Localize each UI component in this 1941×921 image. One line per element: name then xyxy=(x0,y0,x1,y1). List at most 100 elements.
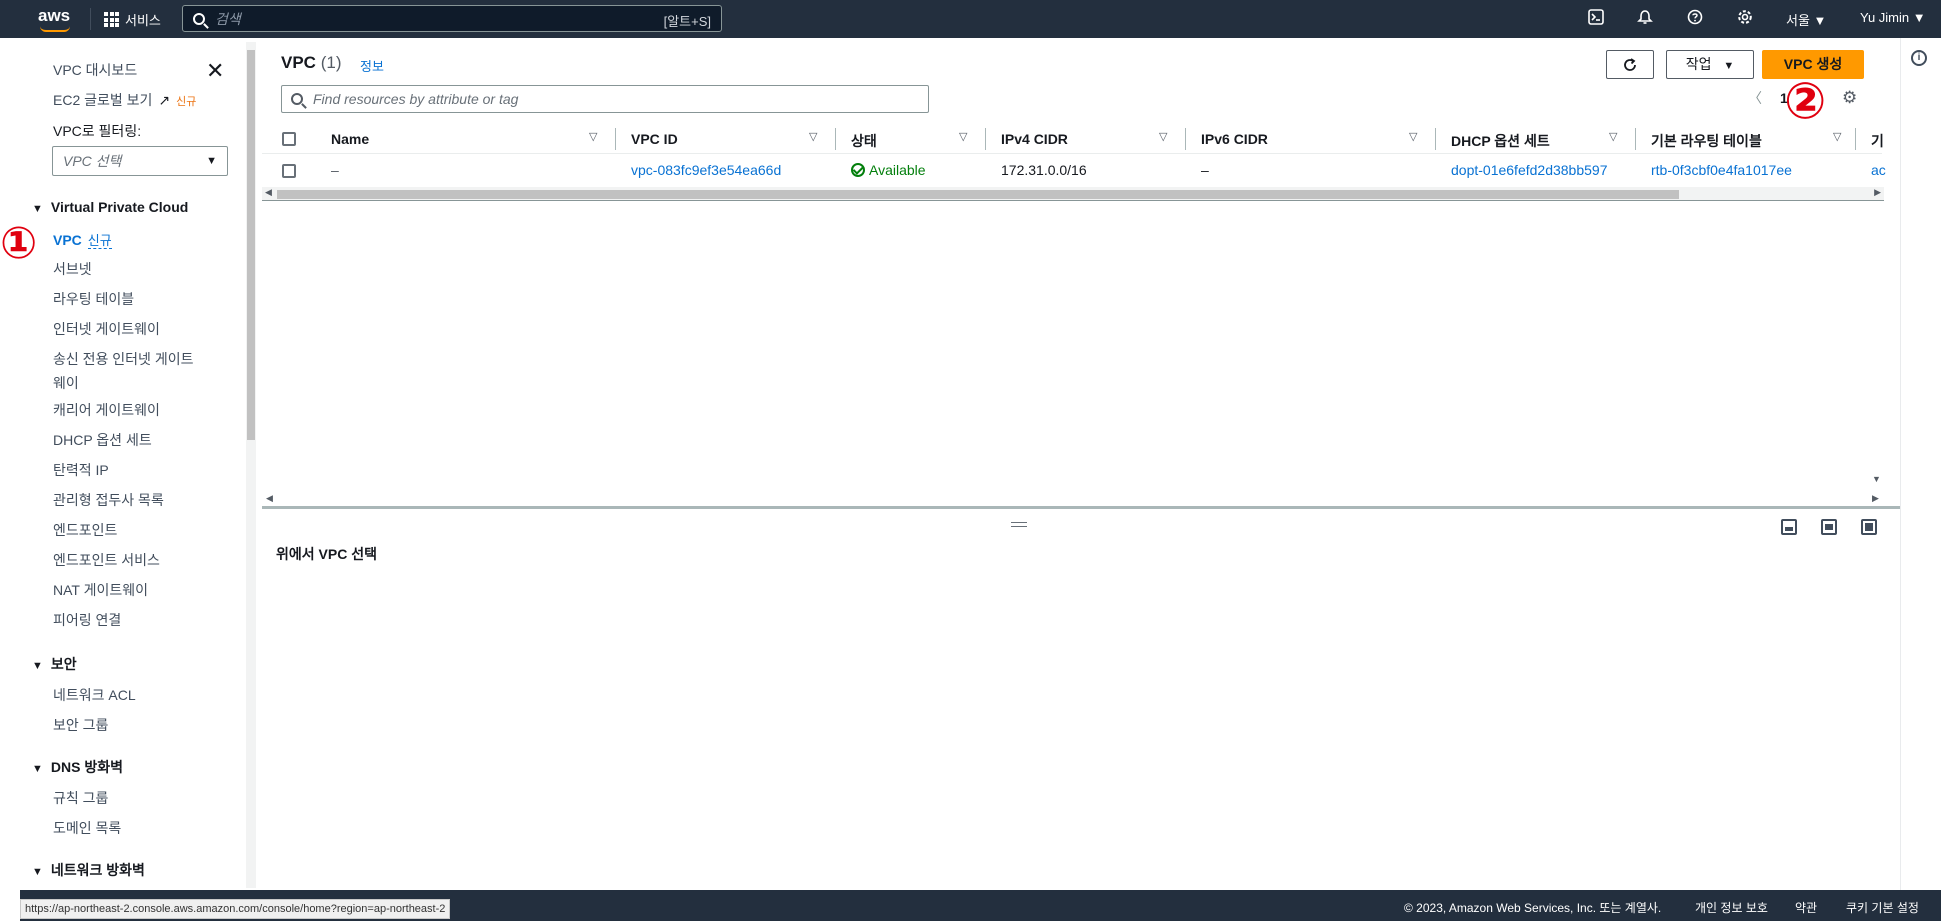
resize-handle[interactable] xyxy=(1011,522,1027,527)
prev-page-icon[interactable]: 〈 xyxy=(1748,90,1762,106)
resource-count: (1) xyxy=(320,53,342,72)
sidebar-scrollbar[interactable] xyxy=(246,42,256,888)
info-icon[interactable]: i xyxy=(1911,50,1927,66)
cloudshell-icon[interactable] xyxy=(1586,9,1606,29)
section-security[interactable]: ▼ 보안 xyxy=(32,654,77,674)
notification-bell-icon[interactable] xyxy=(1635,9,1655,29)
split-panel-divider[interactable] xyxy=(262,506,1900,509)
column-header-dhcp[interactable]: DHCP 옵션 세트 xyxy=(1451,131,1550,151)
sidebar-item-endpoint-services[interactable]: 엔드포인트 서비스 xyxy=(53,550,160,570)
global-search-input[interactable] xyxy=(215,10,635,27)
sidebar-item-rule-groups[interactable]: 규칙 그룹 xyxy=(53,788,108,808)
sidebar-item-endpoints[interactable]: 엔드포인트 xyxy=(53,520,117,540)
sidebar-item-peering[interactable]: 피어링 연결 xyxy=(53,610,121,630)
info-link[interactable]: 정보 xyxy=(360,56,384,75)
cell-vpc-id-link[interactable]: vpc-083fc9ef3e54ea66d xyxy=(631,162,781,178)
row-checkbox[interactable] xyxy=(282,164,296,178)
column-header-vpc-id[interactable]: VPC ID xyxy=(631,131,678,147)
table-row[interactable]: – vpc-083fc9ef3e54ea66d Available 172.31… xyxy=(262,155,1886,187)
section-dns-firewall[interactable]: ▼ DNS 방화벽 xyxy=(32,757,123,777)
vpc-filter-select[interactable]: VPC 선택 ▼ xyxy=(52,146,228,176)
column-header-ipv4-cidr[interactable]: IPv4 CIDR xyxy=(1001,131,1068,147)
user-menu[interactable]: Yu Jimin ▼ xyxy=(1860,10,1926,25)
scroll-left-icon[interactable]: ◀ xyxy=(265,187,272,198)
help-icon[interactable] xyxy=(1685,9,1705,29)
sort-icon[interactable]: ▽ xyxy=(1159,130,1167,143)
cell-status: Available xyxy=(851,162,926,178)
section-network-firewall[interactable]: ▼ 네트워크 방화벽 xyxy=(32,860,145,880)
section-virtual-private-cloud[interactable]: ▼ Virtual Private Cloud xyxy=(32,199,188,215)
aws-logo[interactable]: aws xyxy=(38,6,74,32)
sidebar-item-dashboard[interactable]: VPC 대시보드 xyxy=(53,60,137,80)
close-icon[interactable]: ✕ xyxy=(206,58,224,84)
sidebar-item-ec2-global[interactable]: EC2 글로벌 보기 ↗ 신규 xyxy=(53,90,196,110)
sidebar-item-security-groups[interactable]: 보안 그룹 xyxy=(53,715,108,735)
settings-gear-icon[interactable] xyxy=(1735,9,1755,29)
cell-partial-link[interactable]: ac xyxy=(1871,162,1886,178)
services-menu-button[interactable]: 서비스 xyxy=(104,10,161,29)
table-header: Name ▽ VPC ID ▽ 상태 ▽ IPv4 CIDR ▽ IPv6 CI… xyxy=(262,124,1884,154)
sort-icon[interactable]: ▽ xyxy=(589,130,597,143)
table-preferences-gear-icon[interactable]: ⚙ xyxy=(1842,88,1857,108)
table-horizontal-scrollbar[interactable]: ◀ ▶ xyxy=(262,187,1884,201)
footer-terms-link[interactable]: 약관 xyxy=(1795,899,1817,916)
select-all-checkbox[interactable] xyxy=(282,132,296,146)
sidebar-item-domain-lists[interactable]: 도메인 목록 xyxy=(53,818,121,838)
sidebar-item-prefix-lists[interactable]: 관리형 접두사 목록 xyxy=(53,490,164,510)
split-panel-side-icon[interactable] xyxy=(1821,519,1837,535)
sidebar-item-egress-only-igw[interactable]: 송신 전용 인터넷 게이트 웨이 xyxy=(53,349,193,393)
resource-filter-input[interactable] xyxy=(313,91,893,107)
sidebar-item-dhcp-options[interactable]: DHCP 옵션 세트 xyxy=(53,430,152,450)
actions-button[interactable]: 작업 ▼ xyxy=(1666,50,1754,79)
sidebar-item-nat-gateways[interactable]: NAT 게이트웨이 xyxy=(53,580,148,600)
sort-icon[interactable]: ▽ xyxy=(1609,130,1617,143)
sidebar-item-vpc-label: VPC xyxy=(53,232,82,248)
title-text: VPC xyxy=(281,53,316,72)
caret-down-icon: ▼ xyxy=(1723,60,1735,72)
column-header-ipv6-cidr[interactable]: IPv6 CIDR xyxy=(1201,131,1268,147)
sidebar-item-internet-gateways[interactable]: 인터넷 게이트웨이 xyxy=(53,319,160,339)
egress-igw-label-line1: 송신 전용 인터넷 게이트 xyxy=(53,351,194,367)
top-navigation: aws 서비스 [알트+S] 서울 ▼ Yu Jimin ▼ xyxy=(0,0,1941,38)
sidebar-item-vpc[interactable]: VPC 신규 xyxy=(53,230,112,249)
sidebar-item-carrier-gateways[interactable]: 캐리어 게이트웨이 xyxy=(53,400,160,420)
sidebar-item-network-acl[interactable]: 네트워크 ACL xyxy=(53,685,136,705)
sort-icon[interactable]: ▽ xyxy=(809,130,817,143)
section-label: 보안 xyxy=(50,656,77,672)
scroll-left-icon[interactable]: ◀ xyxy=(266,493,273,504)
cell-route-table-link[interactable]: rtb-0f3cbf0e4fa1017ee xyxy=(1651,162,1792,178)
new-badge: 신규 xyxy=(176,96,197,108)
page-title: VPC (1) xyxy=(281,53,341,73)
refresh-button[interactable] xyxy=(1606,50,1654,79)
sidebar-item-route-tables[interactable]: 라우팅 테이블 xyxy=(53,289,134,309)
footer-cookies-link[interactable]: 쿠키 기본 설정 xyxy=(1846,899,1919,916)
sort-icon[interactable]: ▽ xyxy=(959,130,967,143)
split-panel-bottom-icon[interactable] xyxy=(1781,519,1797,535)
scroll-right-icon[interactable]: ▶ xyxy=(1872,493,1879,504)
annotation-step-1: ① xyxy=(0,218,38,269)
scroll-right-icon[interactable]: ▶ xyxy=(1874,187,1881,198)
column-header-main-route-table[interactable]: 기본 라우팅 테이블 xyxy=(1651,131,1762,151)
cell-name: – xyxy=(331,162,339,178)
global-search[interactable]: [알트+S] xyxy=(182,5,722,32)
region-selector[interactable]: 서울 ▼ xyxy=(1786,10,1826,29)
search-icon xyxy=(193,12,205,25)
sidebar-item-subnets[interactable]: 서브넷 xyxy=(53,259,92,279)
cell-dhcp-link[interactable]: dopt-01e6fefd2d38bb597 xyxy=(1451,162,1607,178)
footer-privacy-link[interactable]: 개인 정보 보호 xyxy=(1695,899,1768,916)
new-link[interactable]: 신규 xyxy=(87,233,112,249)
column-header-partial[interactable]: 기 xyxy=(1871,131,1884,151)
annotation-step-2: ② xyxy=(1784,72,1827,130)
scroll-down-icon[interactable]: ▼ xyxy=(1872,474,1881,484)
sort-icon[interactable]: ▽ xyxy=(1409,130,1417,143)
caret-down-icon: ▼ xyxy=(206,155,217,167)
vpc-filter-label: VPC로 필터링: xyxy=(53,123,142,139)
sort-icon[interactable]: ▽ xyxy=(1833,130,1841,143)
sidebar-item-elastic-ip[interactable]: 탄력적 IP xyxy=(53,460,109,480)
column-header-status[interactable]: 상태 xyxy=(851,131,877,151)
pagination: 〈 1 xyxy=(1748,88,1788,108)
details-empty-message: 위에서 VPC 선택 xyxy=(276,546,377,562)
split-panel-full-icon[interactable] xyxy=(1861,519,1877,535)
resource-filter[interactable] xyxy=(281,85,929,113)
column-header-name[interactable]: Name xyxy=(331,131,369,147)
